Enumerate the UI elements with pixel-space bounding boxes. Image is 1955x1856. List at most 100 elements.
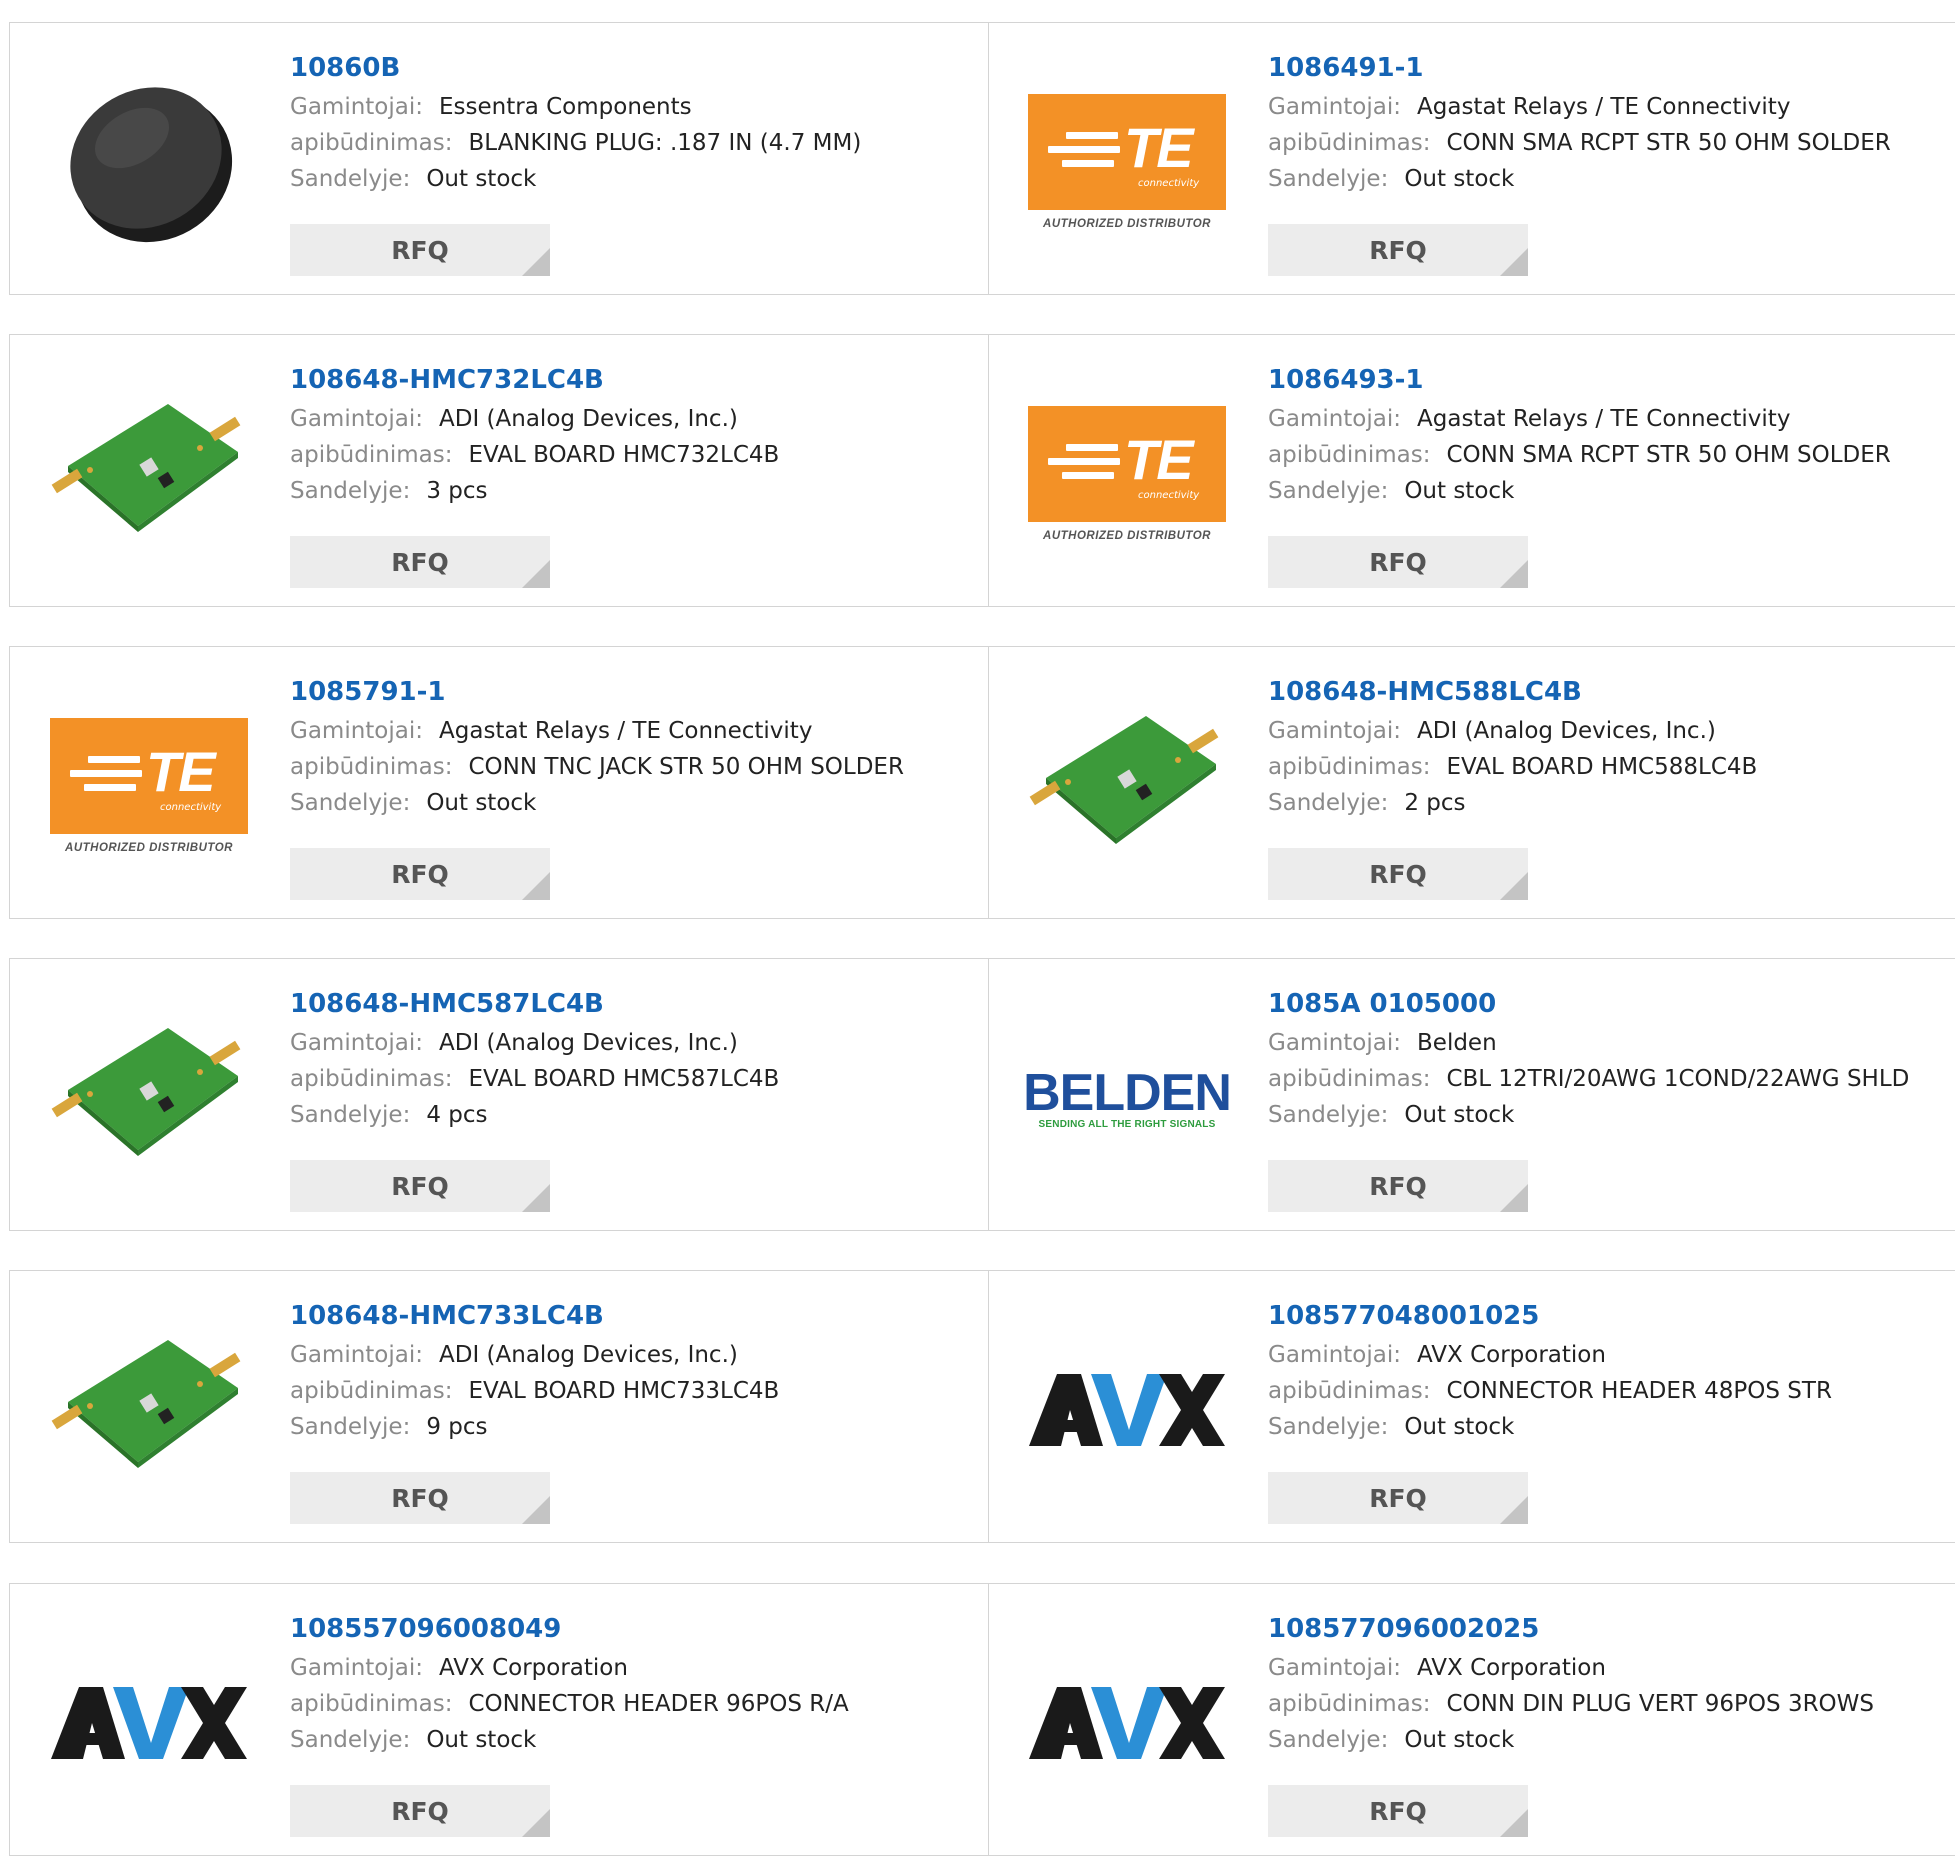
product-image[interactable] (50, 1007, 248, 1189)
rfq-button[interactable]: RFQ (290, 1785, 550, 1837)
stock-label: Sandelyje: (290, 1102, 411, 1128)
product-image[interactable]: BELDEN SENDING ALL THE RIGHT SIGNALS (1023, 1007, 1232, 1189)
rfq-button[interactable]: RFQ (290, 1472, 550, 1524)
stock-value: 2 pcs (1404, 790, 1466, 816)
belden-logo: BELDEN SENDING ALL THE RIGHT SIGNALS (1023, 1063, 1232, 1130)
stock-label: Sandelyje: (290, 1727, 411, 1753)
part-number-link[interactable]: 108648-HMC588LC4B (1268, 675, 1582, 713)
stock-value: Out stock (426, 790, 537, 816)
product-image[interactable] (1028, 695, 1226, 877)
description-value: CONN DIN PLUG VERT 96POS 3ROWS (1446, 1691, 1874, 1717)
manufacturer-label: Gamintojai: (1268, 718, 1402, 744)
product-row: 108648-HMC587LC4B Gamintojai: ADI (Analog… (9, 958, 1955, 1231)
description-value: CONN SMA RCPT STR 50 OHM SOLDER (1446, 442, 1891, 468)
stock-label: Sandelyje: (290, 166, 411, 192)
stock-value: 3 pcs (426, 478, 488, 504)
manufacturer-label: Gamintojai: (1268, 406, 1402, 432)
description-label: apibūdinimas: (290, 1691, 453, 1717)
description-label: apibūdinimas: (290, 130, 453, 156)
product-image[interactable]: TE connectivity AUTHORIZED DISTRIBUTOR (1028, 383, 1226, 565)
manufacturer-value: Belden (1417, 1030, 1497, 1056)
product-row: 10860B Gamintojai: Essentra Components ap… (9, 22, 1955, 295)
stock-value: Out stock (426, 166, 537, 192)
product-image[interactable] (50, 1319, 248, 1501)
rfq-button[interactable]: RFQ (290, 224, 550, 276)
product-row: 108648-HMC732LC4B Gamintojai: ADI (Analog… (9, 334, 1955, 607)
stock-value: Out stock (1404, 166, 1515, 192)
manufacturer-label: Gamintojai: (290, 1030, 424, 1056)
product-image[interactable] (50, 71, 248, 253)
part-number-link[interactable]: 1086491-1 (1268, 51, 1424, 89)
rfq-button[interactable]: RFQ (290, 1160, 550, 1212)
stock-value: Out stock (1404, 1102, 1515, 1128)
te-connectivity-logo: TE connectivity AUTHORIZED DISTRIBUTOR (50, 718, 248, 854)
stock-label: Sandelyje: (1268, 1102, 1389, 1128)
description-label: apibūdinimas: (1268, 1378, 1431, 1404)
description-label: apibūdinimas: (290, 1378, 453, 1404)
eval-board-image (1029, 716, 1219, 844)
stock-value: Out stock (426, 1727, 537, 1753)
manufacturer-value: ADI (Analog Devices, Inc.) (439, 406, 738, 432)
rfq-button[interactable]: RFQ (1268, 848, 1528, 900)
description-value: CONNECTOR HEADER 96POS R/A (468, 1691, 849, 1717)
description-value: EVAL BOARD HMC588LC4B (1446, 754, 1758, 780)
product-image[interactable] (1028, 1632, 1226, 1814)
description-label: apibūdinimas: (1268, 1066, 1431, 1092)
part-number-link[interactable]: 108577048001025 (1268, 1299, 1539, 1337)
product-card: 10860B Gamintojai: Essentra Components ap… (10, 23, 989, 294)
description-label: apibūdinimas: (1268, 1691, 1431, 1717)
product-card: TE connectivity AUTHORIZED DISTRIBUTOR 108… (10, 647, 989, 918)
manufacturer-value: ADI (Analog Devices, Inc.) (439, 1030, 738, 1056)
product-card: 108648-HMC588LC4B Gamintojai: ADI (Analog… (988, 647, 1955, 918)
product-image[interactable] (50, 383, 248, 565)
manufacturer-value: Essentra Components (439, 94, 692, 120)
product-image[interactable]: TE connectivity AUTHORIZED DISTRIBUTOR (1028, 71, 1226, 253)
product-card: 108577096002025 Gamintojai: AVX Corporati… (988, 1584, 1955, 1855)
description-value: EVAL BOARD HMC587LC4B (468, 1066, 780, 1092)
rfq-button[interactable]: RFQ (290, 536, 550, 588)
manufacturer-value: ADI (Analog Devices, Inc.) (1417, 718, 1716, 744)
product-card: TE connectivity AUTHORIZED DISTRIBUTOR 108… (988, 23, 1955, 294)
rfq-button[interactable]: RFQ (290, 848, 550, 900)
product-image[interactable]: TE connectivity AUTHORIZED DISTRIBUTOR (50, 695, 248, 877)
product-card: 108648-HMC587LC4B Gamintojai: ADI (Analog… (10, 959, 989, 1230)
description-label: apibūdinimas: (1268, 442, 1431, 468)
stock-label: Sandelyje: (290, 790, 411, 816)
stock-label: Sandelyje: (1268, 1414, 1389, 1440)
description-value: EVAL BOARD HMC733LC4B (468, 1378, 780, 1404)
part-number-link[interactable]: 1085A 0105000 (1268, 987, 1496, 1025)
manufacturer-label: Gamintojai: (1268, 1655, 1402, 1681)
product-card: 108648-HMC732LC4B Gamintojai: ADI (Analog… (10, 335, 989, 606)
stock-label: Sandelyje: (1268, 790, 1389, 816)
part-number-link[interactable]: 108577096002025 (1268, 1612, 1539, 1650)
stock-label: Sandelyje: (1268, 478, 1389, 504)
part-number-link[interactable]: 1085791-1 (290, 675, 446, 713)
blanking-plug-image (70, 87, 233, 243)
description-label: apibūdinimas: (1268, 130, 1431, 156)
manufacturer-value: AVX Corporation (1417, 1655, 1606, 1681)
product-card: 108557096008049 Gamintojai: AVX Corporati… (10, 1584, 989, 1855)
part-number-link[interactable]: 108557096008049 (290, 1612, 561, 1650)
product-image[interactable] (50, 1632, 248, 1814)
part-number-link[interactable]: 10860B (290, 51, 400, 89)
rfq-button[interactable]: RFQ (1268, 1472, 1528, 1524)
avx-logo (1029, 1374, 1225, 1446)
avx-logo (51, 1687, 247, 1759)
manufacturer-label: Gamintojai: (290, 94, 424, 120)
part-number-link[interactable]: 108648-HMC733LC4B (290, 1299, 604, 1337)
part-number-link[interactable]: 1086493-1 (1268, 363, 1424, 401)
part-number-link[interactable]: 108648-HMC587LC4B (290, 987, 604, 1025)
rfq-button[interactable]: RFQ (1268, 1785, 1528, 1837)
description-label: apibūdinimas: (290, 1066, 453, 1092)
product-row: TE connectivity AUTHORIZED DISTRIBUTOR 108… (9, 646, 1955, 919)
eval-board-image (51, 1340, 241, 1468)
eval-board-image (51, 1028, 241, 1156)
avx-logo (1029, 1687, 1225, 1759)
eval-board-image (51, 404, 241, 532)
part-number-link[interactable]: 108648-HMC732LC4B (290, 363, 604, 401)
rfq-button[interactable]: RFQ (1268, 224, 1528, 276)
rfq-button[interactable]: RFQ (1268, 1160, 1528, 1212)
description-value: CONN SMA RCPT STR 50 OHM SOLDER (1446, 130, 1891, 156)
product-image[interactable] (1028, 1319, 1226, 1501)
rfq-button[interactable]: RFQ (1268, 536, 1528, 588)
